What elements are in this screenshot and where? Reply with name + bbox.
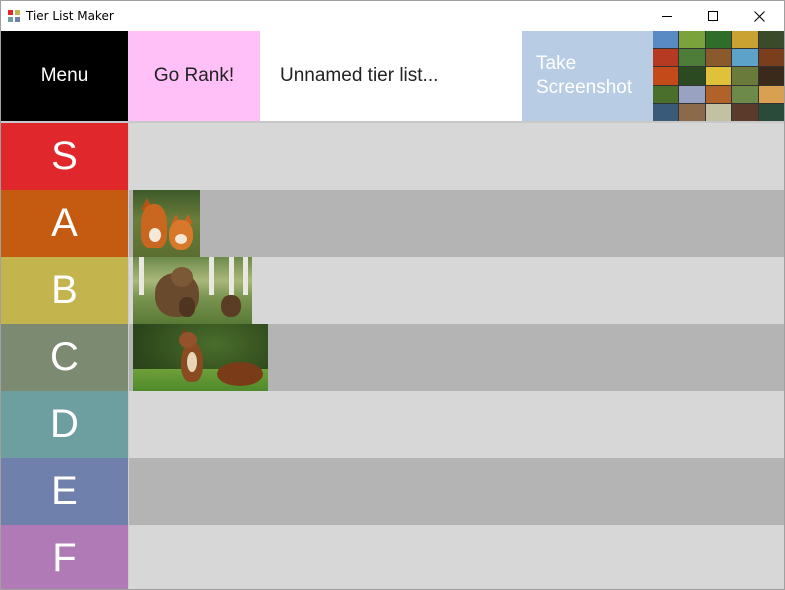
- tier-label-f[interactable]: F: [1, 525, 128, 589]
- menu-button[interactable]: Menu: [1, 31, 128, 121]
- minimize-button[interactable]: [644, 1, 690, 31]
- tier-row-f: F: [1, 525, 784, 589]
- title-bar[interactable]: Tier List Maker: [1, 1, 784, 31]
- tierlist-name-input[interactable]: [260, 31, 522, 121]
- bear-photo[interactable]: [133, 257, 252, 324]
- tier-label-b[interactable]: B: [1, 257, 128, 324]
- image-gallery-thumbnail[interactable]: [653, 31, 784, 121]
- tier-dropzone-s[interactable]: [128, 123, 784, 190]
- tier-row-b: B: [1, 257, 784, 324]
- tier-dropzone-e[interactable]: [128, 458, 784, 525]
- tier-label-e[interactable]: E: [1, 458, 128, 525]
- close-button[interactable]: [736, 1, 782, 31]
- tier-row-e: E: [1, 458, 784, 525]
- tier-dropzone-a[interactable]: [128, 190, 784, 257]
- squirrel-photo[interactable]: [133, 324, 268, 391]
- tier-label-c[interactable]: C: [1, 324, 128, 391]
- go-rank-button[interactable]: Go Rank!: [128, 31, 260, 121]
- maximize-button[interactable]: [690, 1, 736, 31]
- tier-row-s: S: [1, 123, 784, 190]
- tier-row-a: A: [1, 190, 784, 257]
- top-toolbar: Menu Go Rank! Take Screenshot: [1, 31, 784, 121]
- window-title: Tier List Maker: [26, 9, 114, 23]
- tier-dropzone-c[interactable]: [128, 324, 784, 391]
- fox-photo[interactable]: [133, 190, 200, 257]
- tier-row-d: D: [1, 391, 784, 458]
- maximize-icon: [708, 11, 718, 21]
- tier-label-s[interactable]: S: [1, 123, 128, 190]
- tier-label-a[interactable]: A: [1, 190, 128, 257]
- app-window: Tier List Maker Menu Go Rank! Take Scree…: [0, 0, 785, 590]
- tier-list-app-icon: [8, 10, 20, 22]
- tier-dropzone-d[interactable]: [128, 391, 784, 458]
- minimize-icon: [662, 15, 672, 17]
- tier-dropzone-f[interactable]: [128, 525, 784, 589]
- tier-list: S A B C D E F: [1, 123, 784, 589]
- tier-label-d[interactable]: D: [1, 391, 128, 458]
- tier-dropzone-b[interactable]: [128, 257, 784, 324]
- close-icon: [753, 10, 765, 22]
- tier-row-c: C: [1, 324, 784, 391]
- take-screenshot-button[interactable]: Take Screenshot: [522, 31, 653, 121]
